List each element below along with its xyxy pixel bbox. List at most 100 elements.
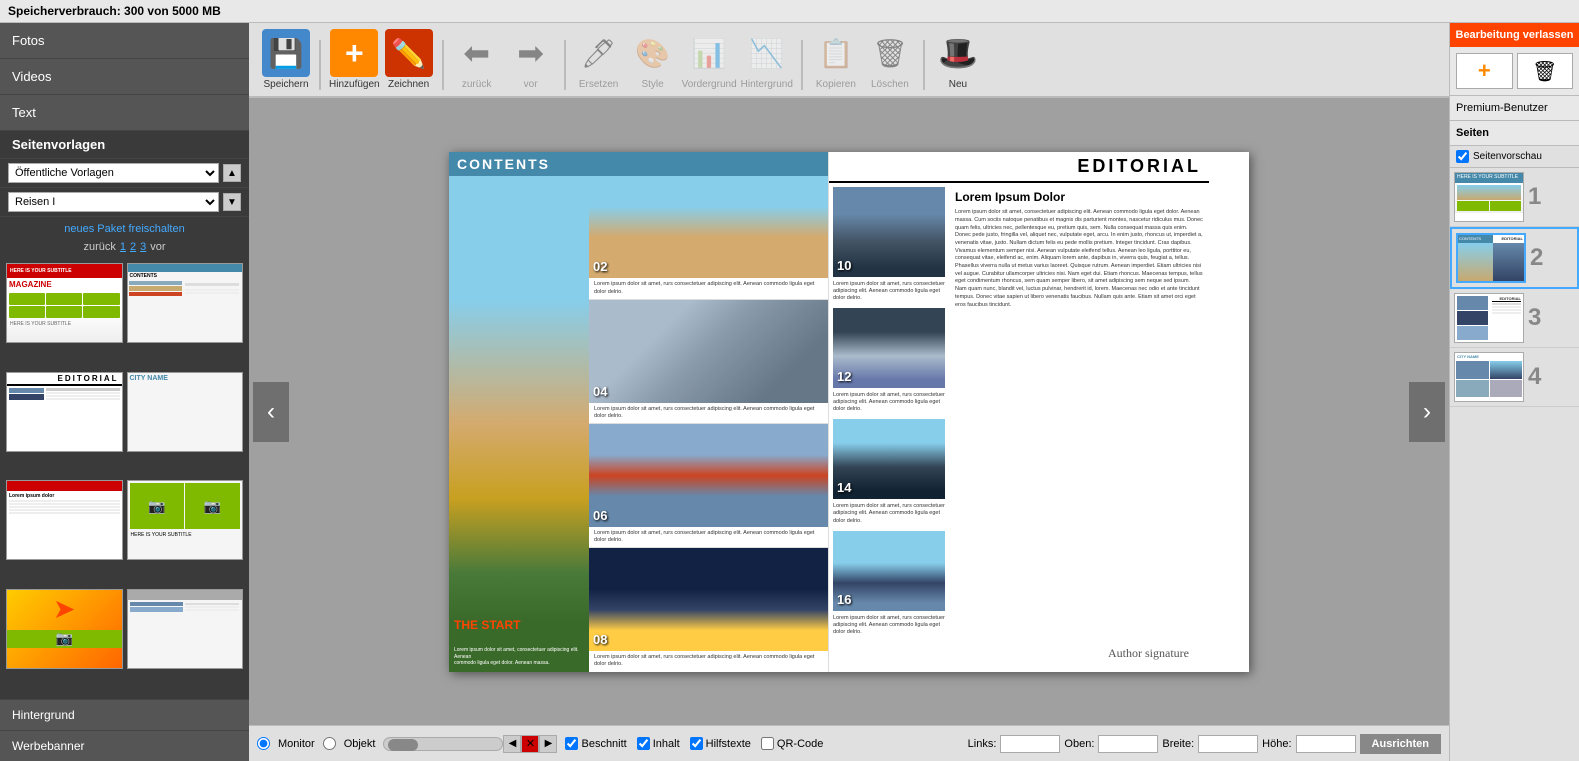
sidebar-item-werbebanner[interactable]: Werbebanner [0, 730, 249, 761]
nav-page-1[interactable]: 1 [120, 241, 126, 253]
seiten-button[interactable]: Seiten [1450, 121, 1579, 146]
checkbox-hilfstexte-label[interactable]: Hilfstexte [690, 737, 751, 750]
nav-forward[interactable]: vor [150, 241, 165, 253]
editorial-caption-3: Lorem ipsum dolor sit amet, rurs consect… [833, 501, 945, 528]
editorial-header: EDITORIAL [829, 152, 1209, 183]
zeichnen-icon: ✏️ [385, 29, 433, 77]
template-thumb-1[interactable]: HERE IS YOUR SUBTITLE MAGAZINE HERE IS Y… [6, 263, 123, 343]
tool-speichern-label: Speichern [263, 79, 308, 90]
premium-benutzer-button[interactable]: Premium-Benutzer [1450, 96, 1579, 121]
checkbox-qr-code-label[interactable]: QR-Code [761, 737, 823, 750]
spread: CONTENTS THE START Lorem ipsum dolor sit… [449, 152, 1249, 672]
editorial-img-1: 10 [833, 187, 945, 277]
template-thumb-5[interactable]: Lorem ipsum dolor [6, 480, 123, 560]
editorial-img-3: 14 [833, 419, 945, 499]
template-thumb-3[interactable]: EDITORIAL [6, 372, 123, 452]
new-package-link[interactable]: neues Paket freischalten [64, 223, 184, 235]
checkbox-inhalt[interactable] [637, 737, 650, 750]
left-big-image: THE START Lorem ipsum dolor sit amet, co… [449, 176, 589, 672]
page-thumb-2[interactable]: CONTENTS EDITORIAL 2 [1450, 227, 1579, 289]
scroll-thumb [388, 739, 418, 751]
tool-style[interactable]: 🎨 Style [628, 29, 678, 90]
page-thumb-4[interactable]: CITY NAME 4 [1450, 348, 1579, 407]
canvas-next-btn[interactable]: › [1409, 382, 1445, 442]
bearbeitung-verlassen-button[interactable]: Bearbeitung verlassen [1450, 23, 1579, 47]
editorial-number-1: 10 [837, 258, 851, 273]
tool-zeichnen[interactable]: ✏️ Zeichnen [384, 29, 434, 90]
hoehe-input[interactable] [1296, 735, 1356, 753]
kopieren-icon: 📋 [812, 29, 860, 77]
scroll-left-btn[interactable]: ◀ [503, 735, 521, 753]
scroll-track[interactable] [383, 737, 503, 751]
template-thumb-6[interactable]: 📷 📷 HERE IS YOUR SUBTITLE [127, 480, 244, 560]
top-bar: Speicherverbrauch: 300 von 5000 MB [0, 0, 1579, 23]
oben-input[interactable] [1098, 735, 1158, 753]
hoehe-label: Höhe: [1262, 738, 1291, 750]
objekt-radio[interactable] [323, 737, 336, 750]
monitor-label[interactable]: Monitor [278, 738, 315, 750]
sidebar-item-fotos[interactable]: Fotos [0, 23, 249, 59]
links-input[interactable] [1000, 735, 1060, 753]
checkbox-inhalt-label[interactable]: Inhalt [637, 737, 680, 750]
page-num-4: 4 [1528, 363, 1548, 391]
nav-back[interactable]: zurück [83, 241, 115, 253]
template-thumb-7[interactable]: ➤ 📷 [6, 589, 123, 669]
editorial-caption-1: Lorem ipsum dolor sit amet, rurs consect… [833, 279, 945, 306]
scroll-down-btn[interactable]: ▼ [223, 193, 241, 211]
coords-group: Links: Oben: Breite: Höhe: Ausrichten [968, 734, 1441, 754]
template-thumb-4[interactable]: CITY NAME [127, 372, 244, 452]
sidebar-item-hintergrund[interactable]: Hintergrund [0, 699, 249, 730]
delete-page-button[interactable]: 🗑 [1517, 53, 1574, 89]
tool-zeichnen-label: Zeichnen [388, 79, 429, 90]
tool-hintergrund[interactable]: 📉 Hintergrund [741, 29, 793, 90]
sidebar-item-text[interactable]: Text [0, 95, 249, 131]
tool-kopieren[interactable]: 📋 Kopieren [811, 29, 861, 90]
entry-text-3: Lorem ipsum dolor sit amet, rurs consect… [589, 527, 828, 547]
page-num-1: 1 [1528, 183, 1548, 211]
left-sidebar: Fotos Videos Text Seitenvorlagen Öffentl… [0, 23, 249, 761]
ausrichten-button[interactable]: Ausrichten [1360, 734, 1441, 754]
checkbox-beschnitt-label[interactable]: Beschnitt [565, 737, 626, 750]
checkbox-beschnitt[interactable] [565, 737, 578, 750]
center-area: 💾 Speichern + Hinzufügen ✏️ Zeichnen ⬅ z… [249, 23, 1449, 761]
tool-ersetzen-label: Ersetzen [579, 79, 618, 90]
objekt-label[interactable]: Objekt [344, 738, 376, 750]
content-entry-2: 04 Lorem ipsum dolor sit amet, rurs cons… [589, 300, 828, 424]
scroll-right-btn[interactable]: ▶ [539, 735, 557, 753]
hinzufuegen-icon: + [330, 29, 378, 77]
tool-neu[interactable]: 🎩 Neu [933, 29, 983, 90]
content-entry-3: 06 Lorem ipsum dolor sit amet, rurs cons… [589, 424, 828, 548]
nav-page-2[interactable]: 2 [130, 241, 136, 253]
contents-layout: THE START Lorem ipsum dolor sit amet, co… [449, 176, 828, 672]
template-thumb-2[interactable]: CONTENTS [127, 263, 244, 343]
tool-vordergrund[interactable]: 📊 Vordergrund [682, 29, 737, 90]
tool-loeschen[interactable]: 🗑 Löschen [865, 29, 915, 90]
monitor-radio[interactable] [257, 737, 270, 750]
page-thumb-1[interactable]: HERE IS YOUR SUBTITLE 1 [1450, 168, 1579, 227]
tool-vor[interactable]: ➡ vor [506, 29, 556, 90]
nav-page-3[interactable]: 3 [140, 241, 146, 253]
sidebar-item-videos[interactable]: Videos [0, 59, 249, 95]
scroll-up-btn[interactable]: ▲ [223, 164, 241, 182]
separator-2 [442, 40, 444, 90]
checkbox-hilfstexte[interactable] [690, 737, 703, 750]
scroll-close-btn[interactable]: ✕ [521, 735, 539, 753]
tool-ersetzen[interactable]: 🖊 Ersetzen [574, 29, 624, 90]
right-action-buttons: + 🗑 [1450, 47, 1579, 96]
editorial-img-4: 16 [833, 531, 945, 611]
main-toolbar: 💾 Speichern + Hinzufügen ✏️ Zeichnen ⬅ z… [249, 23, 1449, 98]
breite-input[interactable] [1198, 735, 1258, 753]
tool-speichern[interactable]: 💾 Speichern [261, 29, 311, 90]
template-thumb-8[interactable] [127, 589, 244, 669]
add-page-button[interactable]: + [1456, 53, 1513, 89]
tool-zurueck[interactable]: ⬅ zurück [452, 29, 502, 90]
template-grid: HERE IS YOUR SUBTITLE MAGAZINE HERE IS Y… [0, 257, 249, 699]
dropdown-vorlagen[interactable]: Öffentliche Vorlagen [8, 163, 219, 183]
preview-checkbox[interactable] [1456, 150, 1469, 163]
tool-hinzufuegen[interactable]: + Hinzufügen [329, 29, 380, 90]
dropdown-reisen[interactable]: Reisen I [8, 192, 219, 212]
bottom-checkboxes: Beschnitt Inhalt Hilfstexte QR-Code [565, 737, 823, 750]
page-thumb-3[interactable]: EDITORIAL 3 [1450, 289, 1579, 348]
canvas-prev-btn[interactable]: ‹ [253, 382, 289, 442]
checkbox-qr-code[interactable] [761, 737, 774, 750]
